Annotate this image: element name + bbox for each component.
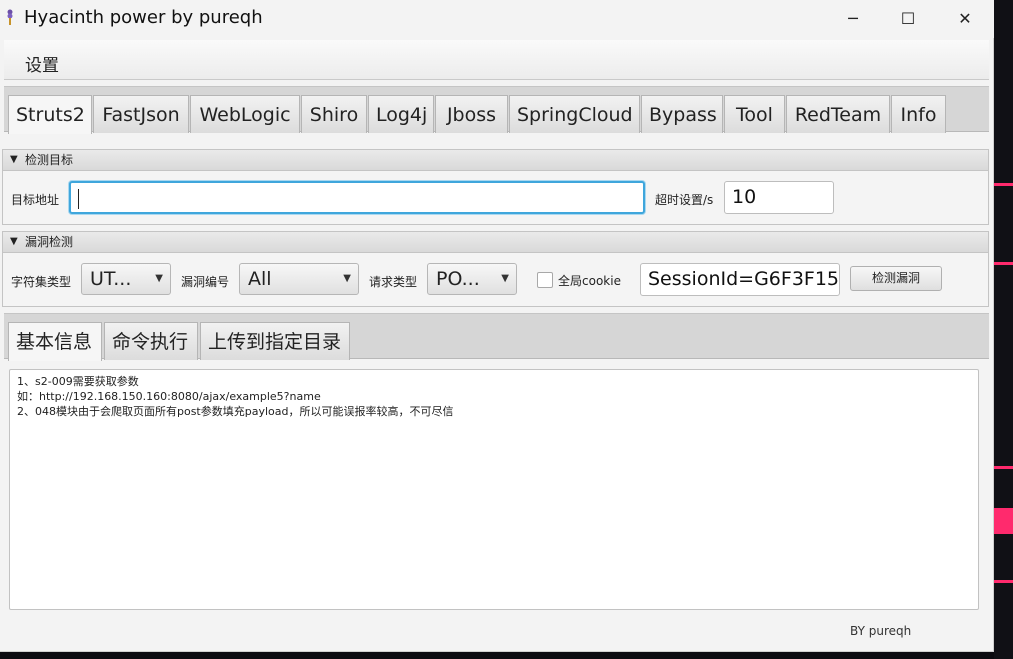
tab-jboss[interactable]: Jboss — [435, 95, 508, 133]
desktop-stripe — [994, 580, 1013, 583]
menu-settings[interactable]: 设置 — [25, 51, 59, 76]
tab-bypass[interactable]: Bypass — [641, 95, 723, 133]
tab-upload-dir[interactable]: 上传到指定目录 — [200, 322, 350, 360]
module-tab-strip: Struts2 FastJson WebLogic Shiro Log4j Jb… — [4, 86, 989, 134]
maximize-button[interactable]: ☐ — [879, 0, 937, 36]
vuln-id-select[interactable]: All ▼ — [239, 263, 359, 295]
footer-credit: BY pureqh — [850, 624, 912, 638]
target-url-input[interactable] — [69, 181, 645, 214]
global-cookie-checkbox[interactable] — [537, 272, 553, 288]
info-text-area[interactable]: 1、s2-009需要获取参数 如：http://192.168.150.160:… — [9, 369, 979, 610]
close-button[interactable]: ✕ — [936, 0, 994, 36]
desktop-stripe — [994, 466, 1013, 469]
minimize-button[interactable]: ─ — [824, 0, 882, 36]
timeout-input[interactable]: 10 — [724, 181, 834, 214]
dropdown-arrow-icon: ▼ — [501, 273, 509, 284]
tab-info[interactable]: Info — [891, 95, 946, 133]
tab-springcloud[interactable]: SpringCloud — [509, 95, 640, 133]
menu-bar: 设置 — [4, 40, 989, 80]
target-section-body: 目标地址 超时设置/s 10 — [2, 171, 989, 225]
target-section-title: 检测目标 — [25, 153, 74, 167]
charset-label: 字符集类型 — [11, 275, 72, 289]
tab-redteam[interactable]: RedTeam — [786, 95, 890, 133]
desktop-stripe — [994, 508, 1013, 534]
detect-vuln-button[interactable]: 检测漏洞 — [850, 266, 942, 291]
tab-basic-info[interactable]: 基本信息 — [8, 322, 102, 361]
vuln-section-header[interactable]: ▼ 漏洞检测 — [2, 231, 989, 253]
dropdown-arrow-icon: ▼ — [343, 273, 351, 284]
request-type-label: 请求类型 — [369, 275, 418, 289]
charset-select[interactable]: UT... ▼ — [81, 263, 171, 295]
vuln-section-title: 漏洞检测 — [25, 235, 74, 249]
desktop-background — [994, 0, 1013, 659]
request-type-select[interactable]: PO... ▼ — [427, 263, 517, 295]
tab-weblogic[interactable]: WebLogic — [190, 95, 300, 133]
target-section-header[interactable]: ▼ 检测目标 — [2, 149, 989, 171]
tab-fastjson[interactable]: FastJson — [93, 95, 189, 133]
vuln-section-body: 字符集类型 UT... ▼ 漏洞编号 All ▼ 请求类型 PO... ▼ 全局… — [2, 253, 989, 307]
desktop-stripe — [994, 262, 1013, 265]
info-line: 如：http://192.168.150.160:8080/ajax/examp… — [17, 390, 321, 403]
tab-log4j[interactable]: Log4j — [368, 95, 434, 133]
minimize-icon: ─ — [848, 8, 858, 28]
hyacinth-app-icon — [7, 9, 13, 25]
window-title: Hyacinth power by pureqh — [24, 7, 263, 28]
target-url-label: 目标地址 — [11, 193, 60, 207]
vuln-id-label: 漏洞编号 — [181, 275, 230, 289]
text-caret — [78, 189, 79, 209]
tab-tool[interactable]: Tool — [724, 95, 785, 133]
desktop-stripe — [994, 183, 1013, 186]
tab-command-exec[interactable]: 命令执行 — [104, 322, 198, 360]
tab-shiro[interactable]: Shiro — [301, 95, 367, 133]
collapse-arrow-icon: ▼ — [10, 154, 18, 165]
timeout-label: 超时设置/s — [655, 193, 714, 207]
app-window: Hyacinth power by pureqh ─ ☐ ✕ 设置 Struts… — [0, 0, 994, 652]
title-bar[interactable]: Hyacinth power by pureqh ─ ☐ ✕ — [0, 0, 994, 38]
close-icon: ✕ — [958, 8, 972, 28]
dropdown-arrow-icon: ▼ — [155, 273, 163, 284]
info-line: 1、s2-009需要获取参数 — [17, 375, 139, 388]
tab-struts2[interactable]: Struts2 — [8, 95, 92, 134]
cookie-input[interactable]: SessionId=G6F3F154 — [640, 263, 840, 296]
maximize-icon: ☐ — [900, 8, 916, 28]
global-cookie-label: 全局cookie — [558, 274, 621, 288]
info-line: 2、048模块由于会爬取页面所有post参数填充payload，所以可能误报率较… — [17, 405, 454, 418]
collapse-arrow-icon: ▼ — [10, 236, 18, 247]
info-tab-strip: 基本信息 命令执行 上传到指定目录 — [4, 313, 989, 361]
